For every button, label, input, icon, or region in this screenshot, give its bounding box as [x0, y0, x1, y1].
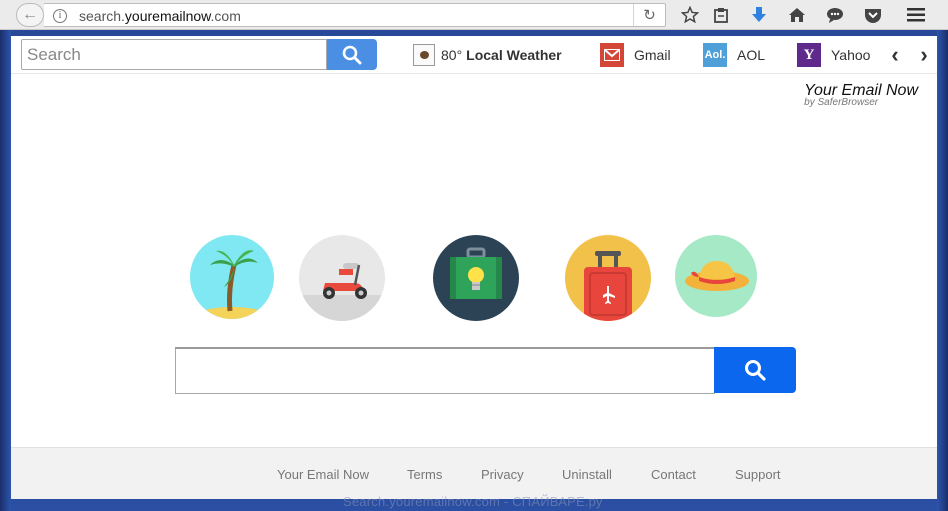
- search-icon: [342, 45, 362, 64]
- suitcase-bulb-icon: [433, 235, 519, 321]
- scooter-icon: [299, 235, 385, 321]
- main-search-button[interactable]: [714, 347, 796, 393]
- footer-link-contact[interactable]: Contact: [651, 467, 696, 482]
- weather-widget[interactable]: 80° Local Weather: [413, 44, 562, 66]
- window-edge-right: [937, 30, 948, 511]
- back-button[interactable]: ←: [16, 3, 44, 27]
- sun-hat-icon: [675, 235, 757, 317]
- watermark: Search.youremailnow.com - СПАЙВАРЕ.ру: [343, 494, 603, 509]
- brand-logo: Your Email Now by SaferBrowser: [804, 82, 918, 108]
- aol-icon: Aol.: [703, 43, 727, 67]
- footer-link-uninstall[interactable]: Uninstall: [562, 467, 612, 482]
- main-search-field[interactable]: [175, 347, 715, 394]
- footer-link-your-email-now[interactable]: Your Email Now: [277, 467, 369, 482]
- window-edge-left: [0, 30, 11, 511]
- gmail-link[interactable]: Gmail: [600, 43, 671, 67]
- page-content: Your Email Now by SaferBrowser: [11, 74, 937, 447]
- browser-nav-bar: ← i search.youremailnow.com ↻: [0, 0, 948, 30]
- aol-link[interactable]: Aol. AOL: [703, 43, 765, 67]
- footer-link-support[interactable]: Support: [735, 467, 781, 482]
- search-icon: [745, 360, 766, 381]
- footer-link-terms[interactable]: Terms: [407, 467, 442, 482]
- weather-temp: 80°: [441, 47, 463, 63]
- toolbar-search-input[interactable]: [22, 40, 326, 69]
- yahoo-link[interactable]: Y Yahoo: [797, 43, 870, 67]
- weather-label: Local Weather: [466, 47, 562, 63]
- chat-icon[interactable]: [822, 3, 848, 27]
- reload-icon[interactable]: ↻: [633, 4, 665, 26]
- back-arrow-icon: ←: [22, 6, 38, 23]
- info-icon[interactable]: i: [53, 9, 67, 23]
- download-icon[interactable]: [746, 3, 772, 27]
- toolbar-search-button[interactable]: [327, 39, 377, 70]
- aol-label: AOL: [737, 47, 766, 63]
- clipboard-icon[interactable]: [708, 3, 734, 27]
- toolbar-search-field[interactable]: [21, 39, 327, 70]
- url-bar[interactable]: i search.youremailnow.com ↻: [44, 3, 666, 27]
- gmail-label: Gmail: [634, 47, 671, 63]
- palm-tree-icon: [190, 235, 274, 319]
- coffee-icon: [413, 44, 435, 66]
- yahoo-icon: Y: [797, 43, 821, 67]
- scroll-right-icon[interactable]: ›: [913, 42, 935, 68]
- url-text: search.youremailnow.com: [79, 8, 241, 24]
- extension-toolbar: 80° Local Weather Gmail Aol. AOL Y Yahoo…: [11, 36, 937, 74]
- gmail-icon: [600, 43, 624, 67]
- footer: Your Email Now Terms Privacy Uninstall C…: [11, 447, 937, 499]
- star-icon[interactable]: [677, 3, 703, 27]
- pocket-icon[interactable]: [860, 3, 886, 27]
- scroll-left-icon[interactable]: ‹: [884, 42, 906, 68]
- menu-icon[interactable]: [903, 3, 929, 27]
- yahoo-label: Yahoo: [831, 47, 871, 63]
- main-search-input[interactable]: [176, 349, 715, 393]
- luggage-icon: [565, 235, 651, 321]
- home-icon[interactable]: [784, 3, 810, 27]
- footer-link-privacy[interactable]: Privacy: [481, 467, 524, 482]
